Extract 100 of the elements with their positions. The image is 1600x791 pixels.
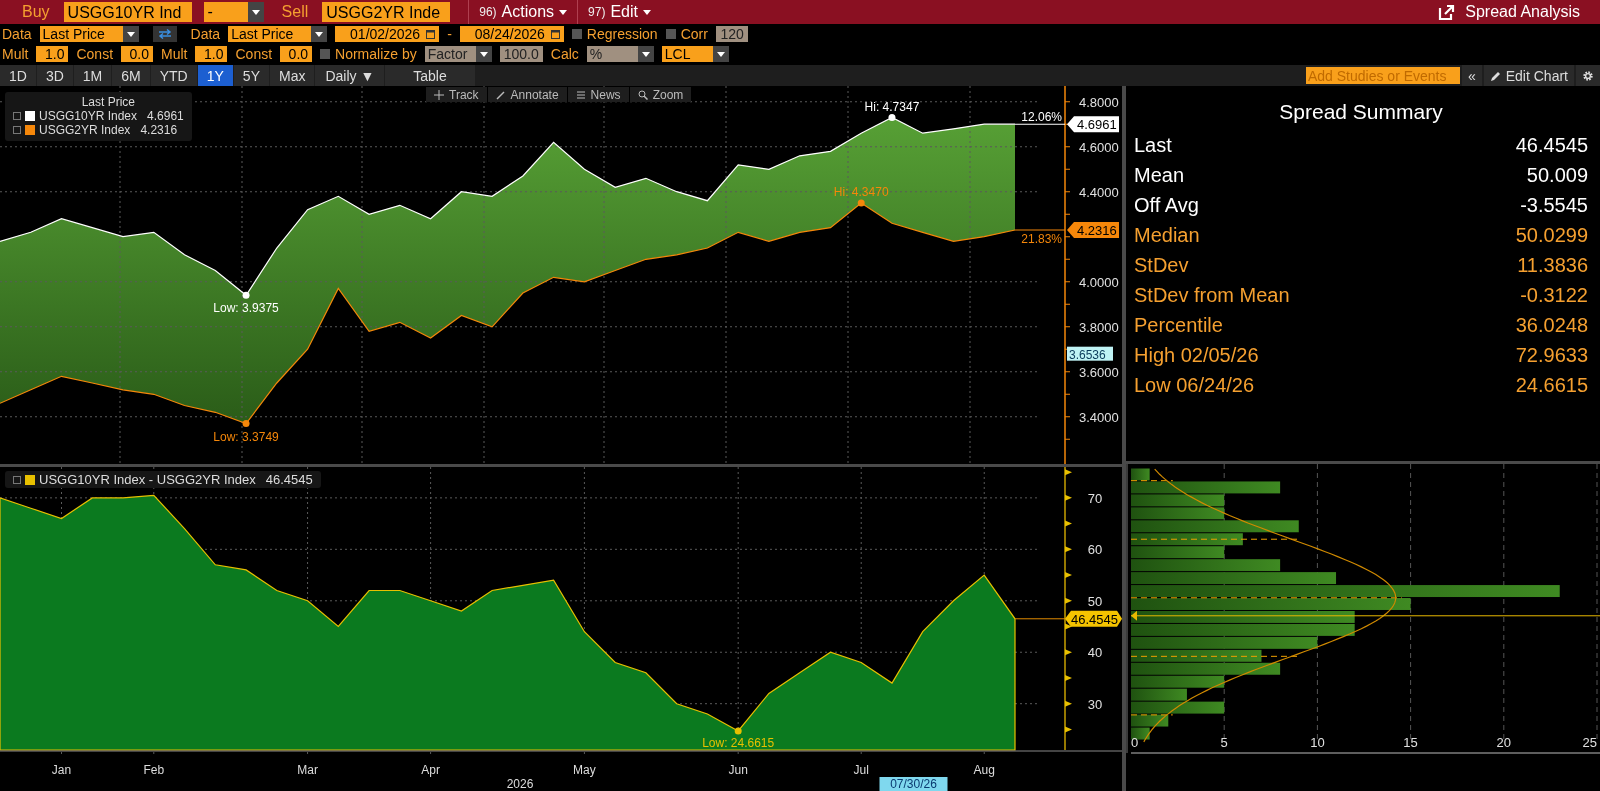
operator-dropdown[interactable]: - — [203, 2, 264, 22]
input-field[interactable]: 1.0 — [36, 46, 69, 62]
checkbox[interactable] — [665, 29, 676, 39]
axis-label: 20 — [1496, 735, 1512, 750]
axis-label: 3.4000 — [1079, 409, 1119, 425]
swap-button[interactable] — [152, 26, 177, 42]
low-marker — [242, 291, 250, 299]
cursor-value-tag: 3.6536 — [1067, 346, 1113, 362]
period-tab[interactable]: 3D — [36, 65, 73, 86]
swap-arrows-icon — [156, 29, 173, 39]
month-label: Jan — [51, 763, 72, 777]
buy-label: Buy — [22, 3, 50, 21]
sell-ticker-field[interactable]: USGG2YR Inde — [322, 2, 451, 22]
checkbox[interactable] — [571, 29, 582, 39]
period-tab[interactable]: YTD — [150, 65, 197, 86]
stat-value: 24.6615 — [1515, 373, 1588, 397]
checkbox-label: Corr — [680, 26, 708, 42]
stat-value: -0.3122 — [1520, 283, 1588, 307]
checkbox-label: Normalize by — [335, 46, 417, 62]
table-button[interactable]: Table — [385, 65, 475, 86]
stat-label: Low 06/24/26 — [1134, 373, 1255, 397]
frequency-dropdown[interactable]: Daily ▼ — [315, 65, 385, 86]
calendar-icon[interactable] — [550, 29, 560, 39]
chart-tool-button[interactable]: Zoom — [629, 87, 692, 102]
calendar-icon[interactable] — [426, 29, 436, 39]
caret-icon — [559, 9, 568, 15]
low-label: Low: 3.3749 — [213, 429, 279, 444]
caret-icon — [716, 51, 725, 57]
stat-value: 11.3836 — [1517, 253, 1588, 277]
buy-ticker-field[interactable]: USGG10YR Ind — [63, 2, 192, 22]
field-label: Data — [190, 26, 221, 42]
axis-label: 4.0000 — [1079, 274, 1119, 290]
chart-tool-button[interactable]: Track — [426, 87, 487, 102]
period-tab[interactable]: 1D — [0, 65, 36, 86]
axis-label: 3.8000 — [1079, 319, 1119, 335]
input-field[interactable]: 1.0 — [195, 46, 228, 62]
stat-label: High 02/05/26 — [1134, 343, 1259, 367]
legend-title: Last Price — [80, 95, 137, 109]
axis-label: 5 — [1220, 735, 1228, 750]
axis-label: 4.4000 — [1079, 184, 1119, 200]
period-tab[interactable]: Max — [269, 65, 315, 86]
month-label: Jul — [853, 763, 869, 777]
field-label: Const — [235, 46, 273, 62]
period-tab[interactable]: 6M — [112, 65, 150, 86]
high-marker — [888, 114, 896, 121]
last-value-tag: 46.4545 — [1065, 610, 1122, 627]
axis-label: 25 — [1582, 735, 1597, 750]
date-field[interactable]: 08/24/2026 — [459, 26, 564, 42]
window-title: Spread Analysis — [1465, 3, 1580, 21]
dropdown[interactable]: Last Price — [228, 26, 328, 42]
legend-entry: USGG10YR Index - USGG2YR Index — [39, 472, 256, 487]
period-tab[interactable]: 5Y — [233, 65, 269, 86]
low-marker — [242, 420, 250, 427]
period-tab[interactable]: 1Y — [197, 65, 233, 86]
pencil-icon — [1489, 69, 1502, 82]
legend-entry: USGG2YR Index — [39, 123, 131, 137]
date-field[interactable]: 01/02/2026 — [335, 26, 440, 42]
collapse-button[interactable]: « — [1461, 65, 1482, 86]
change-percent-label: 21.83% — [1021, 232, 1062, 246]
dropdown[interactable]: Last Price — [39, 26, 139, 42]
settings-button[interactable] — [1576, 65, 1600, 86]
stat-label: Percentile — [1134, 313, 1223, 337]
legend-value: 4.2316 — [140, 123, 178, 137]
expand-icon[interactable] — [13, 475, 21, 484]
list-icon — [575, 89, 586, 100]
axis-label: 10 — [1310, 735, 1325, 750]
input-field[interactable]: 0.0 — [280, 46, 313, 62]
axis-label: 4.8000 — [1079, 94, 1119, 110]
stdev-line — [1130, 714, 1174, 716]
checkbox-label: Regression — [586, 26, 658, 42]
stat-value: 50.0299 — [1515, 223, 1588, 247]
low-label: Low: 24.6615 — [702, 735, 775, 750]
caret-icon — [641, 51, 650, 57]
menu-button[interactable]: 96) Actions — [468, 0, 578, 24]
month-label: Jun — [728, 763, 748, 777]
checkbox[interactable] — [320, 49, 331, 59]
chart-tool-button[interactable]: News — [567, 87, 629, 102]
chart-tool-button[interactable]: Annotate — [487, 87, 567, 102]
search-icon — [637, 89, 648, 100]
stat-value: 72.9633 — [1515, 343, 1588, 367]
menu-button[interactable]: 97) Edit — [577, 0, 661, 24]
stat-label: StDev — [1134, 253, 1189, 277]
input-field[interactable]: 0.0 — [121, 46, 154, 62]
axis-label: 60 — [1087, 542, 1103, 558]
stat-label: Mean — [1134, 163, 1185, 187]
axis-label: 15 — [1403, 735, 1418, 750]
pen-icon — [495, 89, 506, 100]
edit-chart-button[interactable]: Edit Chart — [1483, 65, 1574, 86]
year-label: 2026 — [506, 777, 534, 791]
high-marker — [857, 199, 865, 207]
cursor-date-tag: 07/30/26 — [879, 777, 948, 791]
month-label: Mar — [297, 763, 318, 777]
axis-label: 3.6000 — [1079, 364, 1119, 380]
stat-label: Median — [1134, 223, 1200, 247]
month-label: Apr — [421, 763, 440, 777]
period-tab[interactable]: 1M — [73, 65, 112, 86]
dropdown[interactable]: LCL — [661, 46, 729, 62]
caret-icon — [315, 31, 324, 37]
external-link-icon[interactable] — [1438, 3, 1456, 21]
studies-search-field[interactable]: Add Studies or Events — [1305, 67, 1460, 84]
